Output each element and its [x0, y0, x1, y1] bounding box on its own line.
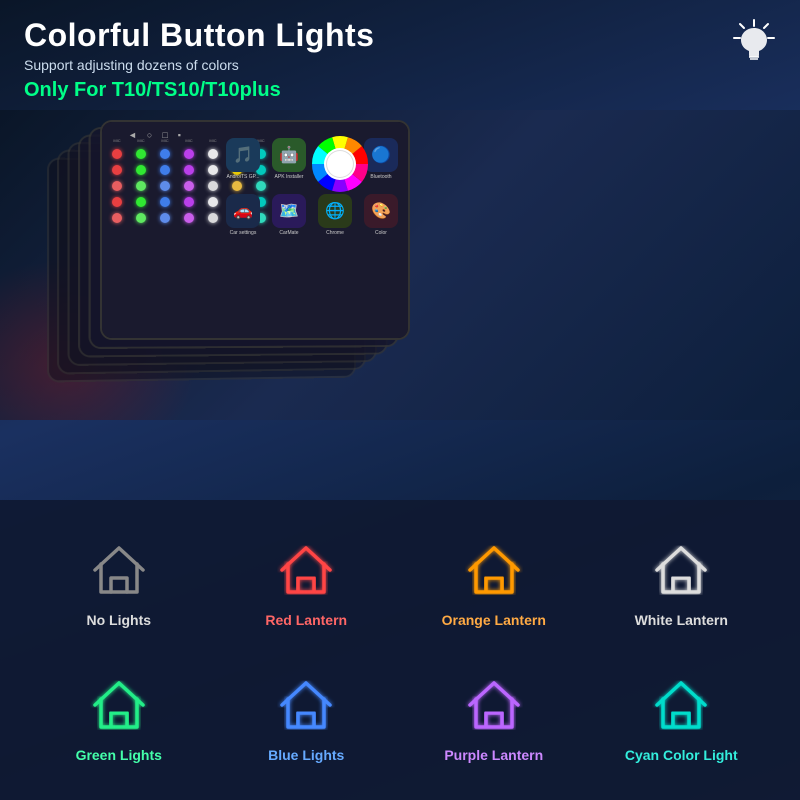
color-wheel-svg — [306, 130, 374, 198]
btn-power-white — [208, 149, 218, 159]
btn-nav2-green — [136, 213, 146, 223]
app-label-apk: APK Installer — [275, 174, 304, 180]
light-item-white-lantern[interactable]: White Lantern — [593, 520, 771, 645]
app-icon-carmate: 🗺️ CarMate — [268, 194, 310, 246]
app-icon-carsettings: 🚗 Car settings — [222, 194, 264, 246]
label-blue-lights: Blue Lights — [268, 747, 344, 763]
tablet-screen: ◄ ○ □ ▪ MIC — [102, 122, 408, 338]
label-purple-lantern: Purple Lantern — [444, 747, 543, 763]
btn-col-purple: MIC — [178, 138, 200, 223]
mic-label-1: MIC — [113, 138, 120, 143]
lights-grid: No Lights Red Lantern — [30, 520, 770, 780]
app-label-carsettings: Car settings — [230, 230, 257, 236]
btn-col-green: MIC — [130, 138, 152, 223]
btn-home-red — [112, 165, 122, 175]
mic-label-2: MIC — [137, 138, 144, 143]
house-icon-blue-lights — [274, 673, 338, 737]
btn-home-blue — [160, 165, 170, 175]
app-icon-chrome: 🌐 Chrome — [314, 194, 356, 246]
bottom-section: No Lights Red Lantern — [0, 500, 800, 800]
house-icon-cyan-color — [649, 673, 713, 737]
btn-power-blue — [160, 149, 170, 159]
label-red-lantern: Red Lantern — [265, 612, 347, 628]
app-icon-apk: 🤖 APK Installer — [268, 138, 310, 190]
app-icon-img-carsettings: 🚗 — [226, 194, 260, 228]
mic-label-5: MIC — [209, 138, 216, 143]
app-grid: 🎵 AndroiTS GP... 🤖 APK Installer — [218, 134, 406, 250]
app-icon-img-androits: 🎵 — [226, 138, 260, 172]
house-icon-white-lantern — [649, 538, 713, 602]
bulb-icon — [732, 18, 776, 67]
app-icon-color: 🎨 Color — [360, 194, 402, 246]
btn-nav1-white — [208, 197, 218, 207]
btn-nav1-purple — [184, 197, 194, 207]
app-icon-colorwheel — [314, 138, 356, 190]
app-icon-androits: 🎵 AndroiTS GP... — [222, 138, 264, 190]
btn-home-green — [136, 165, 146, 175]
btn-power-red — [112, 149, 122, 159]
btn-nav2-red — [112, 213, 122, 223]
app-icon-img-carmate: 🗺️ — [272, 194, 306, 228]
app-icon-img-apk: 🤖 — [272, 138, 306, 172]
app-label-androits: AndroiTS GP... — [227, 174, 260, 180]
top-section: Colorful Button Lights Support adjusting… — [0, 0, 800, 110]
btn-col-red: MIC — [106, 138, 128, 223]
btn-col-blue: MIC — [154, 138, 176, 223]
app-label-color: Color — [375, 230, 387, 236]
subtitle: Support adjusting dozens of colors — [24, 57, 776, 73]
app-label-chrome: Chrome — [326, 230, 344, 236]
label-no-lights: No Lights — [86, 612, 151, 628]
house-icon-no-lights — [87, 538, 151, 602]
btn-nav1-green — [136, 197, 146, 207]
tablet-main: ◄ ○ □ ▪ MIC — [100, 120, 410, 340]
house-icon-red-lantern — [274, 538, 338, 602]
light-item-green-lights[interactable]: Green Lights — [30, 655, 208, 780]
btn-back-blue — [160, 181, 170, 191]
btn-nav2-purple — [184, 213, 194, 223]
main-title: Colorful Button Lights — [24, 18, 776, 53]
light-item-orange-lantern[interactable]: Orange Lantern — [405, 520, 583, 645]
app-icon-img-color: 🎨 — [364, 194, 398, 228]
btn-back-purple — [184, 181, 194, 191]
label-orange-lantern: Orange Lantern — [442, 612, 546, 628]
light-item-blue-lights[interactable]: Blue Lights — [218, 655, 396, 780]
btn-nav1-blue — [160, 197, 170, 207]
mic-label-4: MIC — [185, 138, 192, 143]
house-icon-orange-lantern — [462, 538, 526, 602]
btn-power-purple — [184, 149, 194, 159]
app-icon-img-chrome: 🌐 — [318, 194, 352, 228]
btn-nav2-blue — [160, 213, 170, 223]
btn-home-white — [208, 165, 218, 175]
app-label-carmate: CarMate — [279, 230, 298, 236]
mic-label-3: MIC — [161, 138, 168, 143]
light-item-purple-lantern[interactable]: Purple Lantern — [405, 655, 583, 780]
btn-nav1-red — [112, 197, 122, 207]
btn-nav2-white — [208, 213, 218, 223]
light-item-no-lights[interactable]: No Lights — [30, 520, 208, 645]
btn-power-green — [136, 149, 146, 159]
label-green-lights: Green Lights — [76, 747, 162, 763]
tablets-container: ◄ ○ □ ▪ MIC — [50, 120, 470, 410]
compatibility-text: Only For T10/TS10/T10plus — [24, 79, 776, 102]
btn-back-red — [112, 181, 122, 191]
house-icon-purple-lantern — [462, 673, 526, 737]
house-icon-green-lights — [87, 673, 151, 737]
light-item-cyan-color[interactable]: Cyan Color Light — [593, 655, 771, 780]
label-cyan-color: Cyan Color Light — [625, 747, 738, 763]
tablet-section: ◄ ○ □ ▪ MIC — [0, 110, 800, 420]
label-white-lantern: White Lantern — [635, 612, 728, 628]
btn-back-green — [136, 181, 146, 191]
btn-home-purple — [184, 165, 194, 175]
light-item-red-lantern[interactable]: Red Lantern — [218, 520, 396, 645]
btn-back-white — [208, 181, 218, 191]
